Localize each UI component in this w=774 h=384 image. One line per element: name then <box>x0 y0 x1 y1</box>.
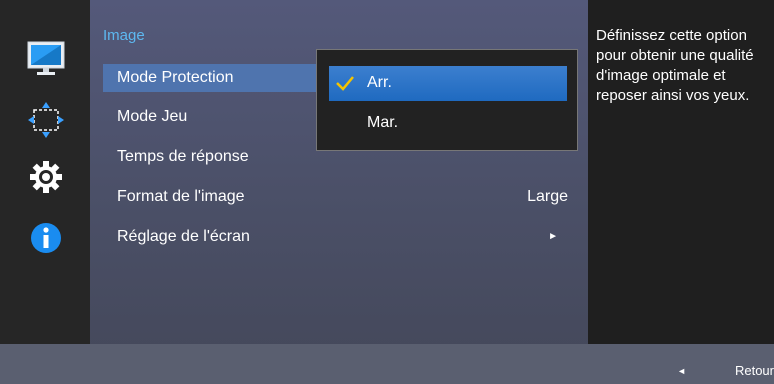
submenu-arrow-icon: ► <box>548 231 558 242</box>
footer-bar <box>0 344 774 384</box>
menu-title: Image <box>103 27 145 44</box>
info-icon[interactable] <box>24 216 68 260</box>
option-label: Mar. <box>367 114 399 131</box>
menu-item-label: Format de l'image <box>117 188 245 205</box>
checkmark-icon <box>335 75 355 96</box>
menu-item-label: Mode Jeu <box>117 108 188 125</box>
back-arrow-icon: ◄ <box>677 366 686 376</box>
monitor-icon[interactable] <box>24 36 68 80</box>
menu-item-format-image[interactable]: Format de l'image Large <box>103 183 578 211</box>
menu-item-reglage-ecran[interactable]: Réglage de l'écran ► <box>103 223 578 251</box>
back-label: Retour <box>734 363 774 378</box>
option-mar[interactable]: Mar. <box>329 106 567 141</box>
menu-item-label: Réglage de l'écran <box>117 228 250 245</box>
osd-screen: Image Mode Protection Mode Jeu Temps de … <box>0 0 774 384</box>
option-label: Arr. <box>367 74 392 91</box>
category-sidebar <box>0 0 90 344</box>
option-arr[interactable]: Arr. <box>329 66 567 101</box>
help-text: Définissez cette option pour obtenir une… <box>596 27 754 104</box>
menu-item-label: Temps de réponse <box>117 148 249 165</box>
menu-item-label: Mode Protection <box>117 69 234 86</box>
resize-icon[interactable] <box>24 98 68 142</box>
option-popup: Arr. Mar. <box>316 49 578 151</box>
gear-icon[interactable] <box>24 155 68 199</box>
menu-item-value: Large <box>527 188 568 205</box>
